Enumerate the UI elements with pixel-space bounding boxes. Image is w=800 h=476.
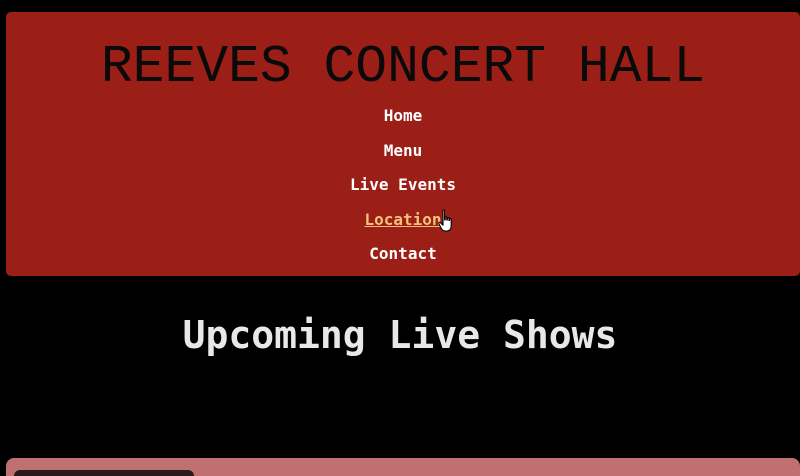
nav-item-live-events: Live Events	[6, 175, 800, 210]
site-header: REEVES CONCERT HALL Home Menu Live Event…	[6, 12, 800, 276]
hand-pointer-icon	[438, 209, 452, 232]
nav-link-menu[interactable]: Menu	[384, 141, 423, 160]
nav-link-home[interactable]: Home	[384, 106, 423, 125]
nav-item-home: Home	[6, 106, 800, 141]
main-nav: Home Menu Live Events Location Contact	[6, 106, 800, 279]
site-title: REEVES CONCERT HALL	[100, 37, 706, 97]
show-card	[6, 458, 800, 476]
nav-link-contact[interactable]: Contact	[369, 244, 436, 263]
nav-link-live-events[interactable]: Live Events	[350, 175, 456, 194]
nav-item-menu: Menu	[6, 141, 800, 176]
nav-item-location: Location	[6, 210, 800, 245]
section-heading: Upcoming Live Shows	[182, 313, 618, 357]
nav-link-location[interactable]: Location	[364, 210, 441, 229]
card-image-top	[14, 470, 194, 476]
nav-item-contact: Contact	[6, 244, 800, 279]
